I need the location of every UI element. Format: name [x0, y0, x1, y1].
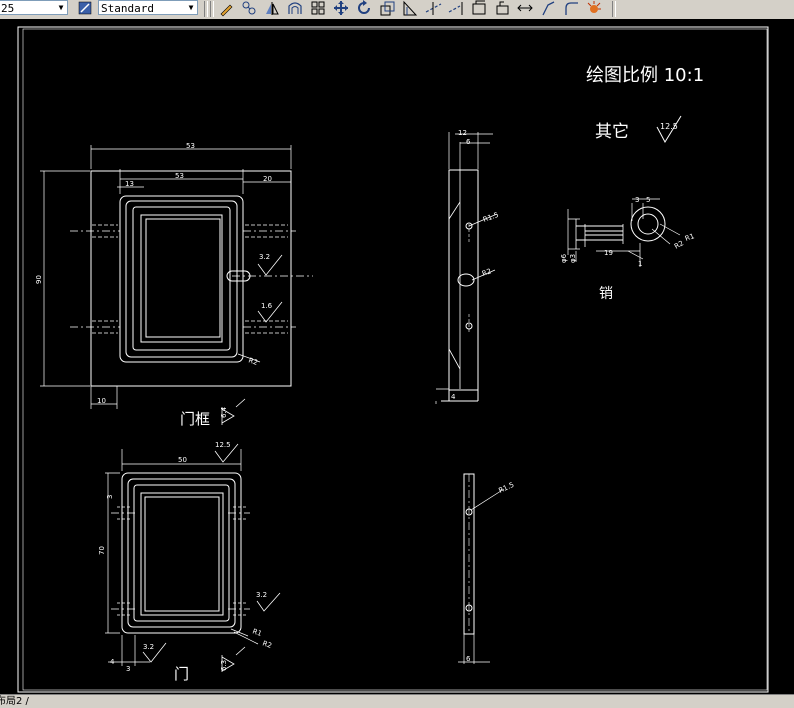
dim-side-12: 12 — [458, 129, 467, 137]
scale-title: 绘图比例 10:1 — [586, 65, 704, 86]
trim-icon[interactable] — [425, 0, 442, 17]
extend-icon[interactable] — [448, 0, 465, 17]
layout-tab-bar: 布局2 / — [0, 694, 794, 708]
chevron-down-icon[interactable]: ▼ — [185, 1, 197, 14]
door-frame-front-view — [40, 145, 313, 425]
dim-frame-inner: 53 — [175, 172, 184, 180]
explode-icon[interactable] — [586, 0, 603, 17]
array-icon[interactable] — [310, 0, 327, 17]
door-frame-roughness: 6.4 — [220, 406, 228, 418]
text-style-combo[interactable]: Standard ▼ — [98, 0, 198, 15]
offset-icon[interactable] — [287, 0, 304, 17]
break-icon[interactable] — [471, 0, 488, 17]
dim-pin-19: 19 — [604, 249, 613, 257]
corner-icon[interactable] — [563, 0, 580, 17]
dim-door-3b: 3 — [126, 665, 130, 673]
door-label: 门 — [174, 665, 189, 683]
toolbar: 25 ▼ Standard ▼ — [0, 0, 794, 20]
dim-pin-5: 5 — [646, 196, 650, 204]
toolbar-separator — [204, 1, 208, 17]
cad-drawing: 绘图比例 10:1 其它 12.5 门框 6.4 门 6.3 销 53 53 1… — [17, 26, 769, 693]
dim-door-r2: R2 — [261, 639, 273, 650]
other-roughness-symbol: 12.5 — [656, 115, 682, 144]
dim-door-side-r15: R1.5 — [497, 481, 515, 495]
chamfer-icon[interactable] — [517, 0, 534, 17]
dim-frame-height: 90 — [35, 275, 43, 284]
paper-border — [17, 26, 769, 693]
other-roughness-value: 12.5 — [660, 122, 678, 131]
edit-pencil-icon[interactable] — [218, 0, 235, 17]
dim-pin-1: 1 — [638, 260, 642, 268]
dim-door-3: 3 — [106, 495, 114, 499]
dim-side-r2: R2 — [481, 267, 493, 278]
dim-frame-13: 13 — [125, 180, 134, 188]
fillet-icon[interactable] — [540, 0, 557, 17]
dim-door-r1: R1 — [251, 627, 263, 638]
pin-view — [567, 198, 681, 267]
dim-door-4: 4 — [110, 658, 115, 666]
drawing-canvas[interactable]: 绘图比例 10:1 其它 12.5 门框 6.4 门 6.3 销 53 53 1… — [0, 19, 794, 694]
match-properties-icon[interactable] — [241, 0, 258, 17]
toolbar-separator — [210, 1, 214, 17]
text-style-value: Standard — [101, 2, 154, 15]
door-roughness: 6.3 — [220, 660, 228, 671]
rough-door-bot: 3.2 — [143, 643, 154, 651]
layout-tab[interactable]: 布局2 / — [0, 695, 29, 708]
rough-door-32: 3.2 — [256, 591, 267, 599]
dim-door-70: 70 — [98, 546, 106, 555]
chevron-down-icon[interactable]: ▼ — [55, 1, 67, 14]
dim-side-6: 6 — [466, 138, 471, 146]
dim-pin-d6: φ6 — [560, 253, 568, 263]
pin-label: 销 — [599, 286, 613, 302]
door-front-view — [105, 443, 281, 672]
dim-pin-r2: R2 — [673, 239, 685, 251]
rough-frame-32: 3.2 — [259, 253, 270, 261]
move-icon[interactable] — [333, 0, 350, 17]
dim-frame-20: 20 — [263, 175, 272, 183]
rough-frame-16: 1.6 — [261, 302, 273, 310]
dim-side-4: 4 — [451, 393, 456, 401]
text-style-icon[interactable] — [77, 0, 94, 17]
drawing-frame — [22, 28, 768, 691]
rough-door-top: 12.5 — [215, 441, 231, 449]
door-frame-label: 门框 — [180, 410, 210, 428]
dim-pin-r1: R1 — [684, 232, 696, 243]
dim-scale-value: 25 — [1, 2, 15, 15]
dim-door-side-6: 6 — [466, 655, 471, 663]
dim-pin-3: 3 — [635, 196, 639, 204]
dim-frame-r2: R2 — [247, 356, 259, 367]
dim-scale-combo[interactable]: 25 ▼ — [0, 0, 68, 15]
dim-frame-overall: 53 — [186, 142, 195, 150]
mirror-icon[interactable] — [264, 0, 281, 17]
dim-side-r15: R1.5 — [482, 211, 500, 224]
dim-pin-d3: φ3 — [569, 254, 577, 263]
scale-icon[interactable] — [379, 0, 396, 17]
join-icon[interactable] — [494, 0, 511, 17]
dim-frame-10: 10 — [97, 397, 106, 405]
rotate-icon[interactable] — [356, 0, 373, 17]
other-label: 其它 — [595, 122, 629, 142]
toolbar-separator — [612, 1, 616, 17]
door-side-view — [458, 473, 505, 664]
dim-door-50: 50 — [178, 456, 187, 464]
stretch-icon[interactable] — [402, 0, 419, 17]
